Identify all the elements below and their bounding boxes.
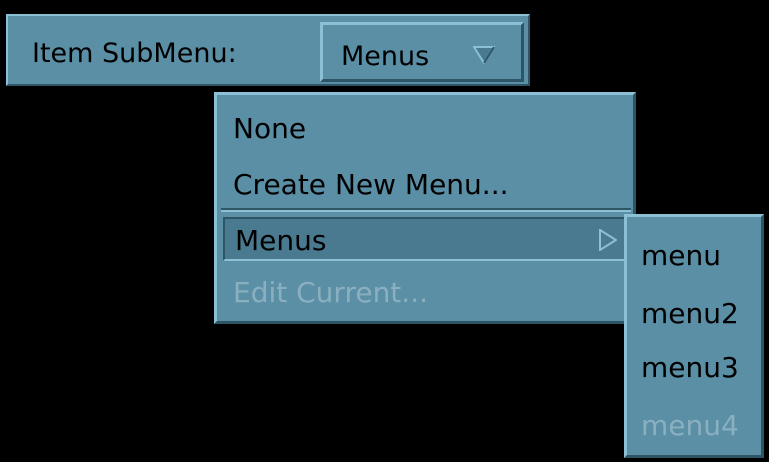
item-submenu-label: Item SubMenu:: [32, 38, 237, 69]
menu-item-menus-label: Menus: [235, 224, 327, 257]
menu-item-create-new-menu[interactable]: Create New Menu...: [223, 163, 629, 207]
submenu-item-menu2[interactable]: menu2: [633, 289, 757, 339]
popup-menu: None Create New Menu... Menus Edit Curre…: [214, 92, 636, 324]
menu-separator: [221, 208, 631, 212]
submenu-item-menu4: menu4: [641, 409, 739, 442]
menu-item-menus[interactable]: Menus: [223, 217, 629, 261]
triangle-down-icon: [473, 46, 495, 64]
submenu-item-menu3[interactable]: menu3: [633, 343, 757, 393]
submenu-option-value: Menus: [341, 41, 430, 72]
cascade-submenu: menu menu2 menu3 menu4: [624, 214, 764, 458]
submenu-option-button[interactable]: Menus: [320, 22, 524, 82]
submenu-item-menu[interactable]: menu: [633, 231, 757, 281]
item-submenu-bar: Item SubMenu: Menus: [6, 14, 530, 86]
triangle-right-icon: [599, 229, 617, 251]
menu-item-none[interactable]: None: [223, 107, 629, 151]
menu-item-edit-current: Edit Current...: [233, 276, 428, 309]
